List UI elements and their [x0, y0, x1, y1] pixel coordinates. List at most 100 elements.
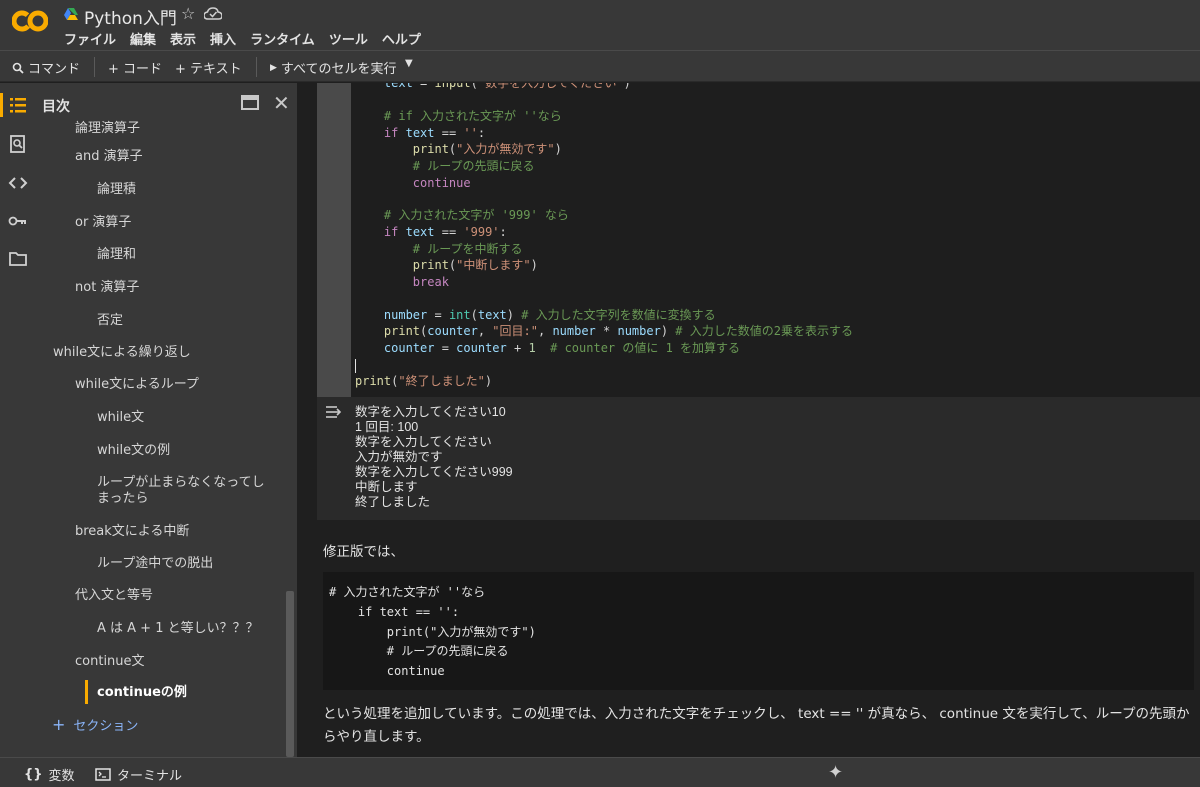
menu-runtime[interactable]: ランタイム — [250, 29, 315, 48]
toc-item[interactable]: 代入文と等号 — [75, 588, 153, 604]
code-line: print(counter, "回目:", number * number) #… — [383, 324, 853, 338]
code-line: # ループの先頭に戻る — [412, 159, 535, 173]
toc-item[interactable]: while文の例 — [97, 443, 170, 459]
toolbar-divider — [256, 57, 257, 77]
code-line: text = input('数字を入力してください') — [383, 83, 631, 90]
code-snippets-icon[interactable] — [8, 173, 28, 193]
gemini-sparkle-icon[interactable]: ✦ — [828, 762, 843, 783]
add-text-button[interactable]: + テキスト — [175, 58, 242, 77]
braces-icon: {} — [24, 767, 43, 782]
output-actions-icon[interactable] — [325, 405, 343, 419]
code-line: counter = counter + 1 # counter の値に 1 を加… — [383, 341, 741, 355]
toc-item[interactable]: A は A + 1 と等しい？？？ — [97, 621, 259, 637]
code-line: if text == '': — [383, 126, 486, 140]
output-line: 数字を入力してください999 — [355, 465, 513, 479]
command-label: コマンド — [28, 62, 81, 77]
toc-item[interactable]: while文による繰り返し — [53, 345, 191, 361]
toc-item[interactable]: not 演算子 — [75, 280, 139, 296]
output-line: 1 回目: 100 — [355, 420, 419, 434]
menu-tools[interactable]: ツール — [329, 29, 368, 48]
terminal-icon — [95, 768, 111, 781]
text-cell-paragraph: 修正版では、 — [323, 544, 404, 560]
menu-view[interactable]: 表示 — [170, 29, 196, 48]
side-rail — [0, 83, 36, 757]
code-cell-editor[interactable]: text = input('数字を入力してください') # if 入力された文字… — [351, 83, 1200, 397]
cloud-saved-icon[interactable] — [204, 7, 222, 21]
toc-item[interactable]: 論理積 — [97, 182, 136, 198]
code-line: # if 入力された文字が ''なら — [383, 109, 562, 123]
star-icon[interactable]: ☆ — [181, 4, 195, 23]
code-line: continue — [412, 176, 471, 190]
toc-title: 目次 — [42, 99, 70, 115]
add-code-button[interactable]: + コード — [108, 58, 162, 77]
code-line: if text == '999': — [383, 225, 507, 239]
toc-active-indicator — [85, 680, 88, 704]
text-cursor — [355, 359, 356, 373]
colab-logo[interactable] — [12, 10, 48, 32]
key-icon[interactable] — [8, 211, 28, 231]
menu-edit[interactable]: 編集 — [130, 29, 156, 48]
play-icon: ▶ — [270, 62, 277, 73]
menu-insert[interactable]: 挿入 — [210, 29, 236, 48]
markdown-code-block: # 入力された文字が ''なら if text == '': print("入力… — [323, 572, 1194, 690]
code-line: print("入力が無効です") — [412, 142, 562, 156]
close-icon[interactable]: ✕ — [273, 91, 290, 115]
toc-item[interactable]: while文 — [97, 410, 144, 426]
command-palette-button[interactable]: コマンド — [12, 58, 80, 77]
toc-item[interactable]: 否定 — [97, 313, 123, 329]
table-of-contents-icon[interactable] — [8, 95, 28, 115]
menu-file[interactable]: ファイル — [64, 29, 116, 48]
code-cell-gutter[interactable] — [317, 83, 351, 397]
toc-item[interactable]: and 演算子 — [75, 149, 143, 165]
output-line: 入力が無効です — [355, 450, 443, 464]
run-all-button[interactable]: ▶ すべてのセルを実行 — [270, 58, 397, 77]
code-block-line: # 入力された文字が ''なら — [329, 585, 486, 599]
menu-help[interactable]: ヘルプ — [382, 29, 421, 48]
notebook-title[interactable]: Python入門 — [84, 4, 177, 29]
menu-bar: ファイル 編集 表示 挿入 ランタイム ツール ヘルプ — [64, 29, 435, 48]
toc-item[interactable]: continue文 — [75, 654, 145, 670]
toc-item[interactable]: break文による中断 — [75, 524, 189, 540]
drive-icon — [64, 8, 78, 20]
terminal-button[interactable]: ターミナル — [95, 765, 182, 784]
notebook-main: text = input('数字を入力してください') # if 入力された文字… — [297, 83, 1200, 757]
run-options-dropdown[interactable]: ▼ — [405, 58, 413, 69]
add-text-label: + テキスト — [175, 62, 242, 77]
add-code-label: + コード — [108, 62, 163, 77]
code-line: break — [412, 275, 449, 289]
code-block-line: print("入力が無効です") — [329, 625, 536, 639]
run-all-label: すべてのセルを実行 — [280, 62, 397, 77]
output-line: 中断します — [355, 480, 418, 494]
toc-item[interactable]: ループが止まらなくなってしまったら — [97, 475, 265, 507]
text-cell-paragraph: という処理を追加しています。この処理では、入力された文字をチェックし、 text… — [323, 706, 1190, 745]
code-line: print("中断します") — [412, 258, 538, 272]
variables-label: 変数 — [48, 769, 75, 784]
toc-item[interactable]: or 演算子 — [75, 215, 131, 231]
open-in-tab-icon[interactable] — [241, 95, 259, 110]
bottom-bar: {} 変数 ターミナル ✦ — [0, 757, 1200, 787]
code-line: number = int(text) # 入力した文字列を数値に変換する — [383, 308, 716, 322]
code-block-line: continue — [329, 664, 445, 678]
rail-active-indicator — [0, 93, 3, 117]
table-of-contents-panel: 目次 ✕ 論理演算子 and 演算子 論理積 or 演算子 論理和 not 演算… — [36, 83, 297, 757]
add-section-button[interactable]: + セクション — [52, 715, 138, 734]
code-line: # 入力された文字が '999' なら — [383, 208, 569, 222]
toc-scrollbar[interactable] — [286, 591, 294, 757]
toc-item[interactable]: 論理和 — [97, 247, 136, 263]
toc-item[interactable]: while文によるループ — [75, 377, 199, 393]
toc-item[interactable]: ループ途中での脱出 — [97, 556, 213, 572]
header: Python入門 ☆ ファイル 編集 表示 挿入 ランタイム ツール ヘルプ — [0, 0, 1200, 50]
cell-output: 数字を入力してください10 1 回目: 100 数字を入力してください 入力が無… — [317, 397, 1200, 520]
terminal-label: ターミナル — [117, 769, 183, 784]
find-icon[interactable] — [8, 134, 28, 154]
toc-item-active[interactable]: continueの例 — [97, 685, 187, 701]
code-block-line: # ループの先頭に戻る — [329, 644, 509, 658]
toolbar: コマンド + コード + テキスト ▶ すべてのセルを実行 ▼ — [0, 50, 1200, 82]
toolbar-divider — [94, 57, 95, 77]
toc-list: 論理演算子 and 演算子 論理積 or 演算子 論理和 not 演算子 否定 … — [36, 119, 285, 757]
plus-icon: + — [52, 715, 66, 734]
caret-down-icon: ▼ — [405, 58, 413, 69]
variables-button[interactable]: {} 変数 — [24, 765, 75, 784]
folder-icon[interactable] — [8, 249, 28, 269]
toc-item[interactable]: 論理演算子 — [75, 121, 140, 137]
